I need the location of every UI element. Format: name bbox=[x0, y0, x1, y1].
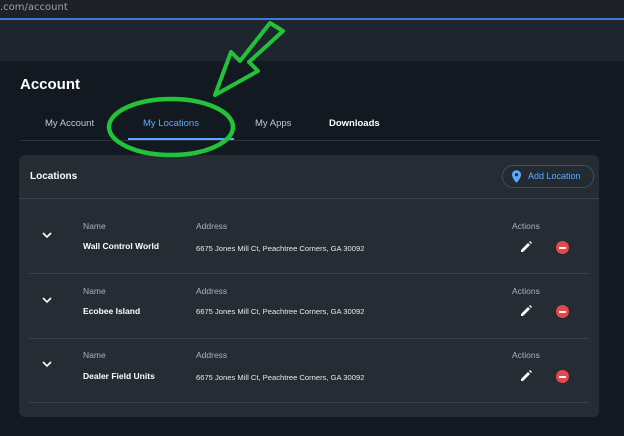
locations-panel: Locations Add Location Name Address Acti… bbox=[19, 155, 599, 417]
chevron-down-icon[interactable] bbox=[42, 296, 52, 304]
location-row: Name Address Actions Ecobee Island 6675 … bbox=[29, 274, 589, 339]
tab-my-account[interactable]: My Account bbox=[45, 118, 94, 129]
pencil-icon[interactable] bbox=[519, 304, 533, 318]
chevron-down-icon[interactable] bbox=[42, 231, 52, 239]
locations-title: Locations bbox=[30, 171, 78, 182]
tab-my-locations[interactable]: My Locations bbox=[143, 118, 199, 129]
actions-column-label: Actions bbox=[512, 286, 540, 296]
remove-circle-icon[interactable] bbox=[556, 305, 569, 318]
pencil-icon[interactable] bbox=[519, 240, 533, 254]
name-column-label: Name bbox=[83, 286, 106, 296]
app-header bbox=[0, 20, 624, 61]
remove-circle-icon[interactable] bbox=[556, 241, 569, 254]
url-text[interactable]: .com/account bbox=[0, 2, 68, 13]
location-row: Name Address Actions Dealer Field Units … bbox=[29, 338, 589, 403]
address-column-label: Address bbox=[196, 286, 228, 296]
location-row: Name Address Actions Wall Control World … bbox=[29, 209, 589, 274]
location-name: Dealer Field Units bbox=[83, 371, 155, 381]
browser-address-bar[interactable]: .com/account bbox=[0, 0, 624, 20]
name-column-label: Name bbox=[83, 350, 106, 360]
locations-panel-header: Locations Add Location bbox=[19, 155, 599, 199]
chevron-down-icon[interactable] bbox=[42, 360, 52, 368]
location-name: Wall Control World bbox=[83, 241, 160, 251]
account-tabs: My Account My Locations My Apps Download… bbox=[20, 110, 600, 141]
location-address: 6675 Jones Mill Ct, Peachtree Corners, G… bbox=[196, 244, 365, 253]
page-title: Account bbox=[20, 76, 80, 93]
location-pin-icon bbox=[512, 170, 521, 183]
tab-my-apps[interactable]: My Apps bbox=[255, 118, 291, 129]
pencil-icon[interactable] bbox=[519, 369, 533, 383]
active-tab-indicator bbox=[128, 138, 234, 140]
address-column-label: Address bbox=[196, 221, 228, 231]
address-column-label: Address bbox=[196, 350, 228, 360]
tab-downloads[interactable]: Downloads bbox=[329, 118, 380, 129]
add-location-label: Add Location bbox=[528, 171, 581, 181]
actions-column-label: Actions bbox=[512, 350, 540, 360]
location-name: Ecobee Island bbox=[83, 306, 141, 316]
actions-column-label: Actions bbox=[512, 221, 540, 231]
location-address: 6675 Jones Mill Ct, Peachtree Corners, G… bbox=[196, 373, 365, 382]
remove-circle-icon[interactable] bbox=[556, 370, 569, 383]
add-location-button[interactable]: Add Location bbox=[502, 165, 594, 188]
location-address: 6675 Jones Mill Ct, Peachtree Corners, G… bbox=[196, 307, 365, 316]
name-column-label: Name bbox=[83, 221, 106, 231]
